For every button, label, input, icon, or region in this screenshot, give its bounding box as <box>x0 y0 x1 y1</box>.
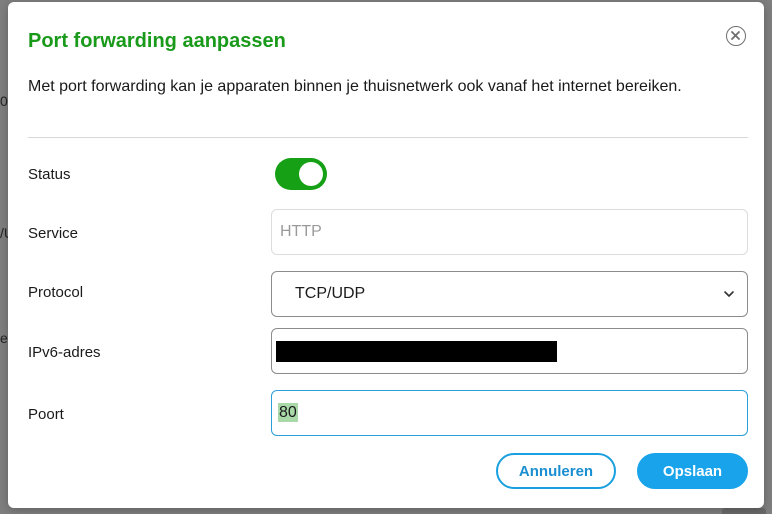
close-circle-icon <box>731 31 740 40</box>
dialog-title: Port forwarding aanpassen <box>28 30 286 52</box>
toggle-knob <box>299 162 323 186</box>
status-label: Status <box>28 166 71 183</box>
dialog-intro: Met port forwarding kan je apparaten bin… <box>28 78 682 95</box>
port-value: 80 <box>278 403 298 422</box>
background-fragment: e <box>0 330 8 346</box>
protocol-selected-value: TCP/UDP <box>295 285 366 302</box>
redacted-value <box>276 341 557 362</box>
close-button[interactable] <box>726 26 746 46</box>
service-label: Service <box>28 225 79 242</box>
port-label: Poort <box>28 406 64 423</box>
protocol-label: Protocol <box>28 284 84 301</box>
background-fragment: 0 <box>0 93 8 109</box>
port-forwarding-dialog: Port forwarding aanpassen Met port forwa… <box>8 2 764 508</box>
ipv6-input[interactable] <box>271 328 748 374</box>
cancel-button[interactable]: Annuleren <box>496 453 616 489</box>
protocol-select[interactable]: TCP/UDP <box>271 271 748 317</box>
ipv6-label: IPv6-adres <box>28 344 101 361</box>
service-input: HTTP <box>271 209 748 255</box>
chevron-down-icon <box>724 291 734 297</box>
divider <box>28 137 748 138</box>
port-input[interactable]: 80 <box>271 390 748 436</box>
status-toggle[interactable] <box>275 158 327 190</box>
save-button[interactable]: Opslaan <box>637 453 748 489</box>
background-element <box>722 508 766 514</box>
